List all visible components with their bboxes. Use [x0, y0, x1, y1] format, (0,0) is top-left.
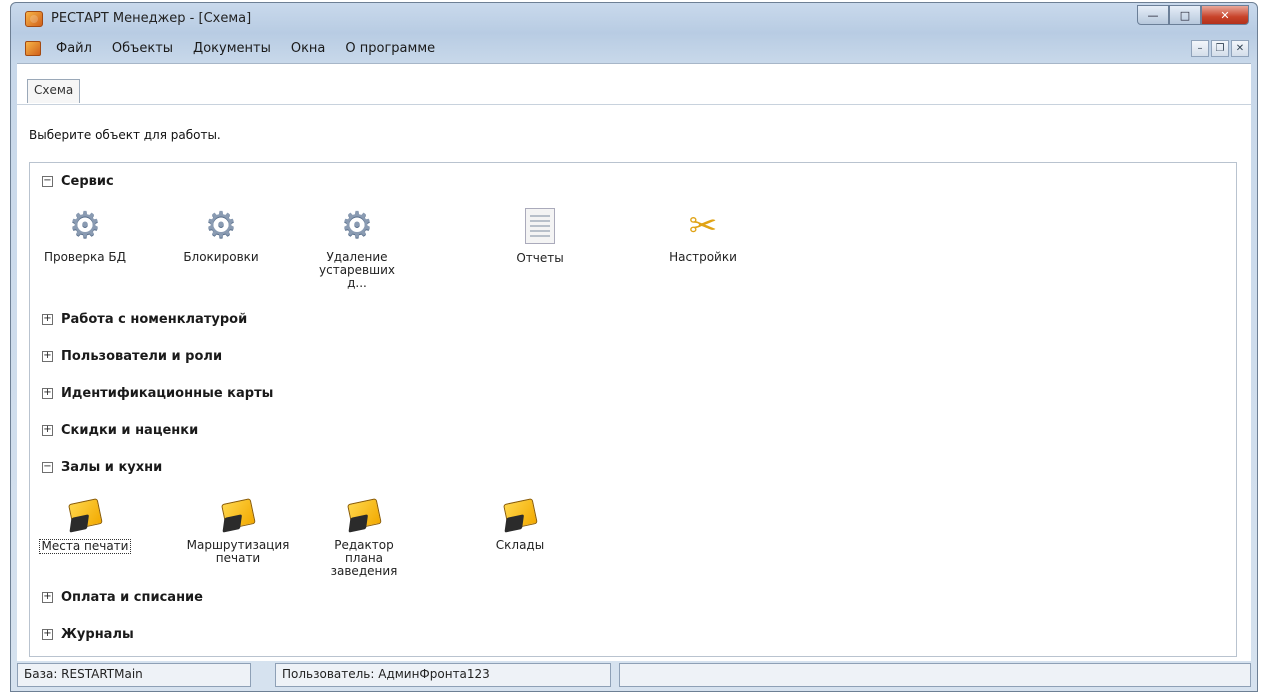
- mdi-close-button[interactable]: ✕: [1231, 40, 1249, 57]
- tab-schema[interactable]: Схема: [27, 79, 81, 103]
- group-title: Пользователи и роли: [61, 349, 223, 364]
- mdi-restore-button[interactable]: ❐: [1211, 40, 1229, 57]
- item-plan-editor[interactable]: Редактор плана заведения: [305, 493, 423, 578]
- item-label: Редактор плана заведения: [330, 538, 398, 578]
- close-button[interactable]: ✕: [1201, 5, 1249, 25]
- tab-strip: Схема: [17, 63, 1251, 105]
- group-title: Идентификационные карты: [61, 386, 274, 401]
- mdi-controls: – ❐ ✕: [1191, 40, 1249, 57]
- item-check-db[interactable]: ⚙ Проверка БД: [22, 207, 148, 264]
- group-journals-header[interactable]: + Журналы: [42, 627, 134, 642]
- item-label: Удаление устаревших д...: [319, 250, 395, 290]
- window-title: РЕСТАРТ Менеджер - [Схема]: [51, 11, 252, 26]
- status-user: Пользователь: АдминФронта123: [275, 663, 611, 687]
- gear-icon: ⚙: [340, 205, 374, 246]
- menu-about[interactable]: О программе: [342, 40, 438, 57]
- expand-toggle-icon[interactable]: +: [42, 351, 53, 362]
- instruction-text: Выберите объект для работы.: [29, 128, 221, 142]
- item-label: Места печати: [38, 539, 132, 554]
- menu-objects[interactable]: Объекты: [109, 40, 176, 57]
- report-icon: [520, 208, 560, 246]
- gear-icon: ⚙: [68, 205, 102, 246]
- group-service-header[interactable]: − Сервис: [42, 174, 114, 189]
- group-title: Журналы: [61, 627, 134, 642]
- window-controls: — □ ✕: [1137, 5, 1249, 25]
- menu-windows[interactable]: Окна: [288, 40, 329, 57]
- item-delete-outdated[interactable]: ⚙ Удаление устаревших д...: [307, 207, 407, 290]
- item-locks[interactable]: ⚙ Блокировки: [158, 207, 284, 264]
- group-nomenclature-header[interactable]: + Работа с номенклатурой: [42, 312, 247, 327]
- mdi-minimize-button[interactable]: –: [1191, 40, 1209, 57]
- item-label: Склады: [495, 538, 545, 552]
- minimize-button[interactable]: —: [1137, 5, 1169, 25]
- book-icon: [344, 495, 384, 533]
- menu-file[interactable]: Файл: [53, 40, 95, 57]
- group-payment-writeoff-header[interactable]: + Оплата и списание: [42, 590, 203, 605]
- object-panel[interactable]: − Сервис ⚙ Проверка БД ⚙ Блокировки ⚙ Уд…: [29, 162, 1237, 657]
- title-bar[interactable]: РЕСТАРТ Менеджер - [Схема] — □ ✕: [11, 3, 1257, 35]
- item-print-routing[interactable]: Маршрутизация печати: [168, 493, 308, 565]
- group-id-cards-header[interactable]: + Идентификационные карты: [42, 386, 273, 401]
- item-warehouses[interactable]: Склады: [470, 493, 570, 552]
- book-icon: [218, 495, 258, 533]
- app-window: РЕСТАРТ Менеджер - [Схема] — □ ✕ Файл Об…: [10, 2, 1258, 692]
- group-users-roles-header[interactable]: + Пользователи и роли: [42, 349, 222, 364]
- collapse-toggle-icon[interactable]: −: [42, 176, 53, 187]
- expand-toggle-icon[interactable]: +: [42, 592, 53, 603]
- item-reports[interactable]: Отчеты: [490, 207, 590, 265]
- status-database: База: RESTARTMain: [17, 663, 251, 687]
- menu-bar: Файл Объекты Документы Окна О программе …: [17, 37, 1251, 61]
- item-label: Проверка БД: [43, 250, 127, 264]
- item-print-places[interactable]: Места печати: [22, 493, 148, 554]
- expand-toggle-icon[interactable]: +: [42, 388, 53, 399]
- item-settings[interactable]: ✂ Настройки: [643, 207, 763, 264]
- maximize-button[interactable]: □: [1169, 5, 1201, 25]
- group-title: Скидки и наценки: [61, 423, 199, 438]
- expand-toggle-icon[interactable]: +: [42, 425, 53, 436]
- expand-toggle-icon[interactable]: +: [42, 314, 53, 325]
- item-label: Отчеты: [516, 251, 564, 265]
- gear-icon: ⚙: [204, 205, 238, 246]
- group-discounts-header[interactable]: + Скидки и наценки: [42, 423, 198, 438]
- main-content: Выберите объект для работы. − Сервис ⚙ П…: [17, 105, 1251, 661]
- collapse-toggle-icon[interactable]: −: [42, 462, 53, 473]
- tools-icon: ✂: [688, 206, 718, 246]
- group-title: Сервис: [61, 174, 114, 189]
- group-title: Залы и кухни: [61, 460, 163, 475]
- group-halls-kitchens-header[interactable]: − Залы и кухни: [42, 460, 162, 475]
- item-label: Настройки: [669, 250, 737, 264]
- app-logo-icon[interactable]: [25, 11, 43, 27]
- item-label: Маршрутизация печати: [186, 538, 290, 565]
- group-title: Оплата и списание: [61, 590, 203, 605]
- book-icon: [65, 495, 105, 533]
- expand-toggle-icon[interactable]: +: [42, 629, 53, 640]
- group-title: Работа с номенклатурой: [61, 312, 248, 327]
- menu-documents[interactable]: Документы: [190, 40, 274, 57]
- item-label: Блокировки: [183, 250, 259, 264]
- document-menu-icon[interactable]: [25, 41, 41, 56]
- status-bar: База: RESTARTMain Пользователь: АдминФро…: [17, 663, 1251, 689]
- book-icon: [500, 495, 540, 533]
- status-empty-panel: [619, 663, 1251, 687]
